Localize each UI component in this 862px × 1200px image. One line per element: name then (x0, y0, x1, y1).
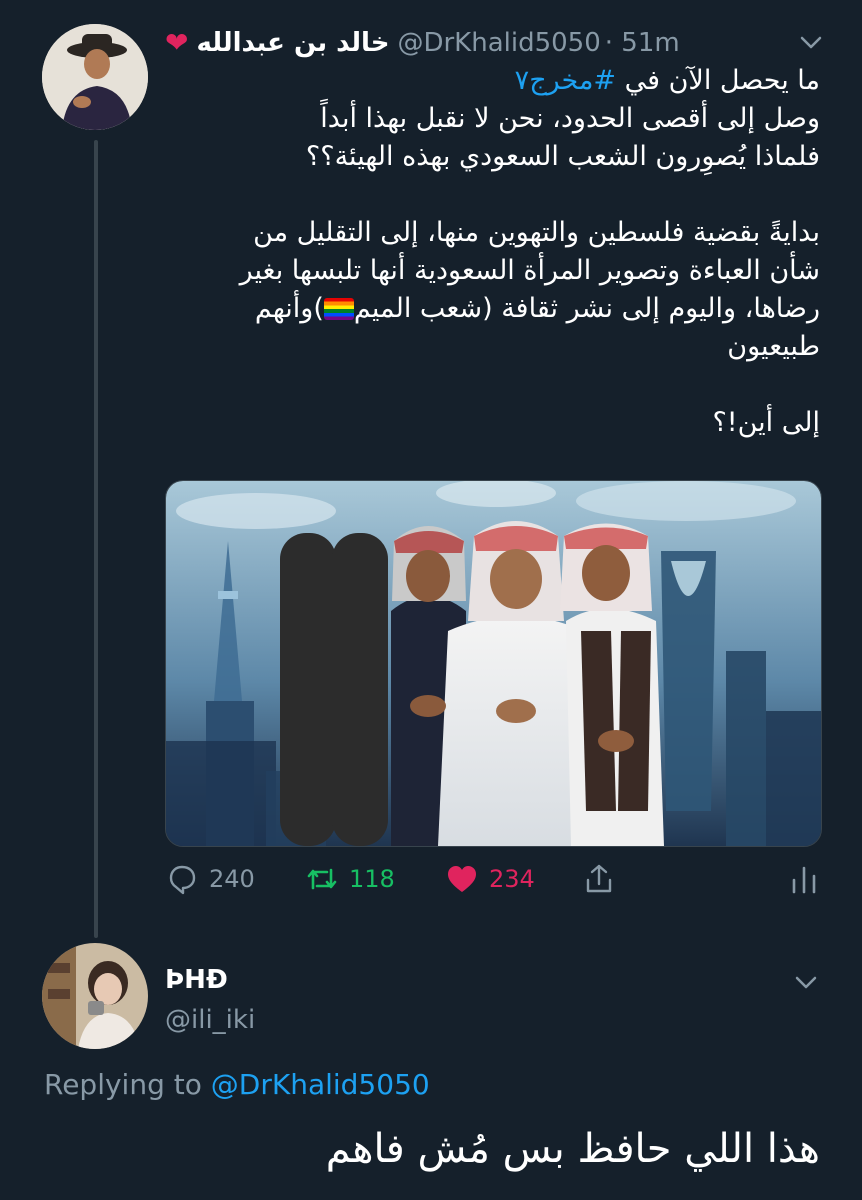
share-button[interactable] (582, 862, 616, 896)
tweet-text-segment: رضاها، واليوم إلى نشر ثقافة (شعب الميم (353, 293, 820, 324)
reply-author-name[interactable]: ÞHÐ (165, 965, 255, 995)
tweet-line: إلى أين!؟ (712, 407, 820, 438)
share-icon (586, 864, 612, 893)
tweet-line: بدايةً بقضية فلسطين والتهوين منها، إلى ا… (253, 217, 820, 248)
tweet-line: وصل إلى أقصى الحدود، نحن لا نقبل بهذا أب… (320, 103, 820, 134)
tweet-time[interactable]: · 51m (605, 28, 680, 58)
tweet-image[interactable] (165, 480, 822, 847)
rainbow-flag-icon (323, 298, 354, 320)
tweet-body: ما يحصل الآن في #مخرج٧ وصل إلى أقصى الحد… (160, 62, 820, 442)
reply-button[interactable]: 240 (165, 862, 255, 896)
tweet-text-segment: )وأنهم (254, 293, 324, 324)
reply-author-avatar[interactable] (42, 943, 148, 1049)
tweet-line: فلماذا يُصوِرون الشعب السعودي بهذه الهيئ… (305, 141, 820, 172)
replying-to-label: Replying to (44, 1068, 211, 1101)
chevron-down-icon[interactable] (797, 28, 825, 56)
heart-icon (448, 866, 476, 892)
analytics-button[interactable] (787, 862, 821, 896)
reply-body: هذا اللي حافظ بس مُش فاهم (325, 1126, 820, 1172)
red-heart-icon: ❤ (165, 26, 189, 59)
retweet-count: 118 (349, 865, 395, 893)
hashtag-link[interactable]: #مخرج٧ (515, 65, 616, 96)
replying-to-handle-link[interactable]: @DrKhalid5050 (211, 1068, 430, 1101)
like-count: 234 (489, 865, 535, 893)
reply-count: 240 (209, 865, 255, 893)
author-name[interactable]: خالد بن عبدالله (196, 28, 389, 58)
tweet-header: ❤ خالد بن عبدالله @DrKhalid5050 · 51m (165, 22, 825, 62)
reply-author-handle[interactable]: @ili_iki (165, 1005, 255, 1035)
like-button[interactable]: 234 (445, 862, 535, 896)
analytics-icon (792, 866, 816, 894)
tweet-meta: ❤ خالد بن عبدالله @DrKhalid5050 · 51m (165, 26, 680, 59)
reply-chevron-down-icon[interactable] (792, 968, 820, 996)
tweet-actions: 240 118 234 (165, 862, 825, 902)
tweet-line: شأن العباءة وتصوير المرأة السعودية أنها … (239, 255, 820, 286)
reply-header: ÞHÐ @ili_iki (165, 965, 255, 1035)
replying-to-line: Replying to @DrKhalid5050 (44, 1068, 430, 1101)
author-avatar[interactable] (42, 24, 148, 130)
tweet-text-segment: ما يحصل الآن في (616, 65, 820, 96)
author-handle[interactable]: @DrKhalid5050 (397, 28, 600, 58)
retweet-icon (307, 868, 337, 890)
thread-connector-line (94, 140, 98, 938)
tweet-line: ما يحصل الآن في #مخرج٧ (160, 62, 820, 100)
reply-icon (169, 865, 196, 895)
tweet-line: طبيعيون (727, 331, 820, 362)
retweet-button[interactable]: 118 (305, 862, 395, 896)
tweet-line: رضاها، واليوم إلى نشر ثقافة (شعب الميم )و… (160, 290, 820, 328)
